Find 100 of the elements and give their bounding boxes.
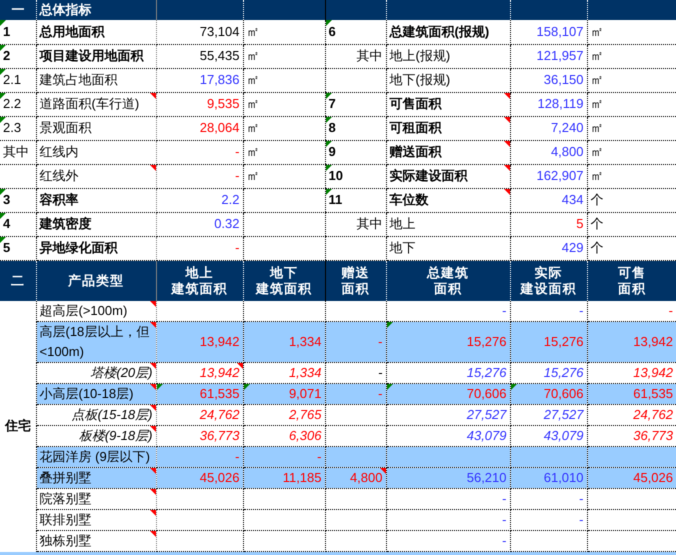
- cell-value: -: [579, 303, 584, 318]
- cell-value: 13,942: [200, 334, 240, 350]
- item-label: 地下: [386, 236, 510, 260]
- unit-label: ㎡: [243, 116, 325, 140]
- row-number: 2.1: [0, 68, 36, 92]
- value-cell: 162,907: [510, 164, 587, 188]
- row-number: 11: [325, 188, 386, 212]
- row-number: 4: [0, 212, 36, 236]
- cell-value: 61,535: [200, 386, 240, 402]
- item-label: 项目建设用地面积: [36, 44, 156, 68]
- cell-value: 43,079: [544, 428, 584, 444]
- cell-value: 15,276: [544, 334, 584, 350]
- value-cell: 0.32: [156, 212, 243, 236]
- section-title: 总体指标: [36, 0, 156, 20]
- column-header: 建设面积: [520, 280, 576, 296]
- cell-value: 13,942: [633, 334, 673, 350]
- item-label: 红线内: [36, 140, 156, 164]
- cell-value: -: [502, 512, 506, 528]
- cell-value: 4,800: [350, 470, 382, 486]
- cell-value: -: [502, 303, 506, 318]
- cell-value: 56,210: [466, 470, 506, 486]
- item-label: 总建筑面积(报规): [386, 20, 510, 44]
- value-cell: 55,435: [156, 44, 243, 68]
- product-type: 高层(18层以上，但<100m): [36, 322, 156, 362]
- item-label: 道路面积(车行道): [36, 92, 156, 116]
- value-cell: 17,836: [156, 68, 243, 92]
- cell-value: 36,773: [200, 428, 240, 444]
- value-cell: 9,535: [156, 92, 243, 116]
- cell-value: -: [579, 491, 584, 506]
- item-label: 建筑占地面积: [36, 68, 156, 92]
- row-number: 1: [0, 20, 36, 44]
- row-number: 3: [0, 188, 36, 212]
- value-cell: 121,957: [510, 44, 587, 68]
- unit-label: ㎡: [587, 92, 676, 116]
- column-header: 可售: [618, 264, 646, 280]
- row-number: 5: [0, 236, 36, 260]
- row-number: 其中: [325, 44, 386, 68]
- cell-value: 45,026: [200, 470, 240, 486]
- value-cell: 158,107: [510, 20, 587, 44]
- item-label: 建筑密度: [36, 212, 156, 236]
- item-label: 赠送面积: [386, 140, 510, 164]
- table-cell: [0, 164, 36, 188]
- cell-value: -: [378, 386, 382, 402]
- row-number: 10: [325, 164, 386, 188]
- cell-value: -: [668, 303, 673, 318]
- unit-label: 个: [587, 188, 676, 212]
- section-number: 一: [0, 0, 36, 20]
- item-label: 总用地面积: [36, 20, 156, 44]
- cell-value: 13,942: [633, 365, 673, 380]
- item-label: 地下(报规): [386, 68, 510, 92]
- cell-value: 43,079: [466, 428, 506, 444]
- cell-value: 70,606: [544, 386, 584, 402]
- cell-value: 24,762: [633, 407, 673, 422]
- product-type: 院落别墅: [36, 488, 156, 510]
- column-header: 赠送: [342, 264, 370, 280]
- column-header: 地上: [186, 264, 214, 280]
- column-header: 产品类型: [68, 272, 124, 288]
- cell-value: 15,276: [466, 334, 506, 350]
- value-cell: -: [156, 164, 243, 188]
- unit-label: ㎡: [587, 140, 676, 164]
- row-number: 7: [325, 92, 386, 116]
- cell-value: 1,334: [288, 365, 322, 380]
- product-type: 小高层(10-18层): [36, 384, 156, 404]
- row-number: 2.3: [0, 116, 36, 140]
- cell-value: 27,527: [466, 407, 506, 422]
- cell-value: 45,026: [633, 470, 673, 486]
- column-header: 面积: [618, 280, 646, 296]
- value-cell: 128,119: [510, 92, 587, 116]
- cell-value: 2,765: [288, 407, 322, 422]
- cell-value: 6,306: [288, 428, 322, 444]
- row-number: 2: [0, 44, 36, 68]
- item-label: 异地绿化面积: [36, 236, 156, 260]
- item-label: 地上(报规): [386, 44, 510, 68]
- value-cell: 2.2: [156, 188, 243, 212]
- row-number: 其中: [0, 140, 36, 164]
- column-header: 面积: [434, 280, 462, 296]
- cell-value: 61,010: [544, 470, 584, 486]
- cell-value: 13,942: [200, 365, 240, 380]
- item-label: 可售面积: [386, 92, 510, 116]
- row-number: 其中: [325, 212, 386, 236]
- column-header: 建筑面积: [256, 280, 312, 296]
- product-type: 叠拼别墅: [36, 468, 156, 488]
- unit-label: ㎡: [243, 92, 325, 116]
- cell-value: 27,527: [544, 407, 584, 422]
- cell-value: 24,762: [200, 407, 240, 422]
- item-label: 容积率: [36, 188, 156, 212]
- value-cell: 28,064: [156, 116, 243, 140]
- column-header: 地下: [270, 264, 298, 280]
- product-type: 点板(15-18层): [36, 404, 156, 426]
- product-type: 板楼(9-18层): [36, 426, 156, 446]
- item-label: 车位数: [386, 188, 510, 212]
- unit-label: ㎡: [243, 68, 325, 92]
- unit-label: 个: [587, 236, 676, 260]
- value-cell: 4,800: [510, 140, 587, 164]
- product-type: 塔楼(20层): [36, 362, 156, 384]
- unit-label: ㎡: [587, 164, 676, 188]
- unit-label: 个: [587, 212, 676, 236]
- value-cell: 36,150: [510, 68, 587, 92]
- unit-label: ㎡: [587, 68, 676, 92]
- value-cell: 434: [510, 188, 587, 212]
